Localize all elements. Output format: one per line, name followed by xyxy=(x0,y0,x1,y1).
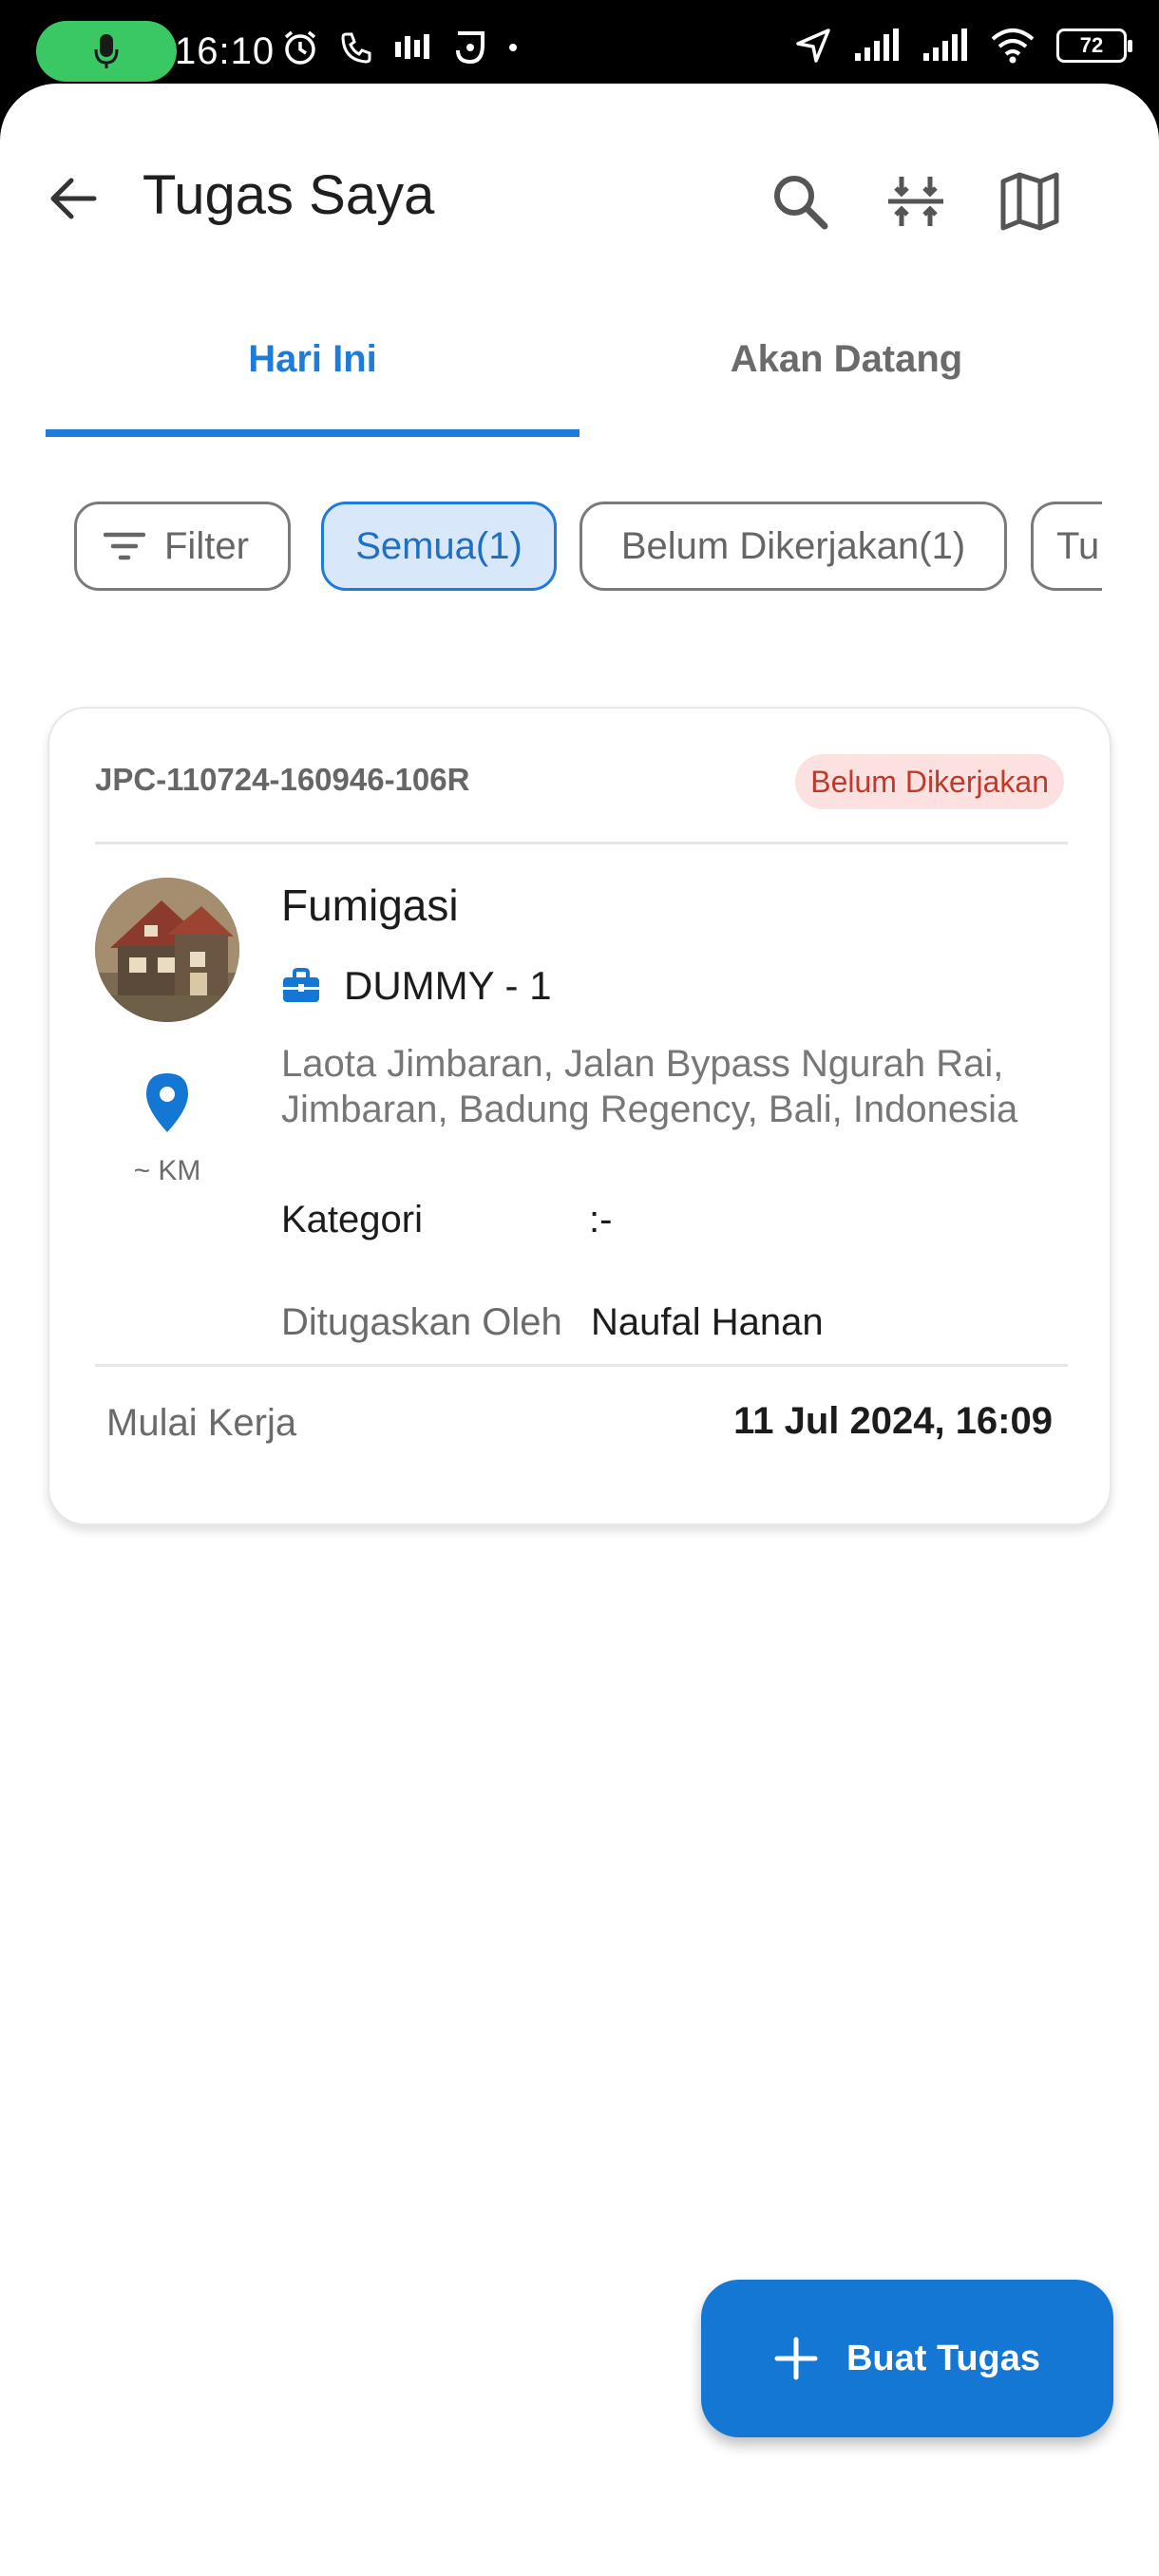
service-name: Fumigasi xyxy=(281,881,459,930)
card-divider-bottom xyxy=(95,1364,1068,1367)
filter-label: Filter xyxy=(164,524,249,567)
chip-next[interactable]: Tu xyxy=(1031,502,1102,591)
task-code: JPC-110724-160946-106R xyxy=(95,762,470,797)
app-notification-icon xyxy=(456,31,484,65)
signal-icon-2 xyxy=(923,28,967,61)
distance-label: ~ KM xyxy=(133,1155,201,1186)
category-value: :- xyxy=(589,1199,613,1241)
app-screen: Tugas Saya Hari Ini Akan Datang Filter S… xyxy=(0,84,1159,2576)
microphone-indicator[interactable] xyxy=(36,21,177,82)
tab-bar: Hari Ini Akan Datang xyxy=(46,84,1113,437)
location-pin-icon xyxy=(142,1071,192,1139)
category-label: Kategori xyxy=(281,1199,423,1241)
tab-today[interactable]: Hari Ini xyxy=(46,84,580,437)
filter-button[interactable]: Filter xyxy=(74,502,291,591)
create-task-label: Buat Tugas xyxy=(846,2338,1041,2378)
audio-bars-icon xyxy=(395,34,429,59)
microphone-icon xyxy=(94,34,119,68)
filter-lines-icon xyxy=(104,532,145,560)
chip-not-started[interactable]: Belum Dikerjakan(1) xyxy=(580,502,1007,591)
alarm-icon xyxy=(284,30,316,65)
signal-icon xyxy=(855,28,899,61)
dot-icon xyxy=(509,44,517,51)
card-divider-top xyxy=(95,842,1068,844)
assigned-by-value: Naufal Hanan xyxy=(591,1301,824,1343)
status-bar: 16:10 72 xyxy=(0,0,1159,90)
service-image xyxy=(95,878,239,1022)
client-row: DUMMY - 1 xyxy=(281,963,552,1009)
task-address: Laota Jimbaran, Jalan Bypass Ngurah Rai,… xyxy=(281,1043,1018,1130)
task-card[interactable]: JPC-110724-160946-106R Belum Dikerjakan xyxy=(48,707,1112,1525)
assigned-by-label: Ditugaskan Oleh xyxy=(281,1301,562,1343)
client-name: DUMMY - 1 xyxy=(344,963,552,1008)
briefcase-icon xyxy=(283,968,319,1002)
start-datetime: 11 Jul 2024, 16:09 xyxy=(733,1400,1053,1442)
start-label: Mulai Kerja xyxy=(106,1402,297,1444)
chip-all[interactable]: Semua(1) xyxy=(321,502,557,591)
house-image xyxy=(95,878,239,1022)
status-time: 16:10 xyxy=(175,30,276,72)
status-badge: Belum Dikerjakan xyxy=(795,754,1064,809)
tab-upcoming[interactable]: Akan Datang xyxy=(580,84,1113,437)
wifi-icon xyxy=(991,28,1035,64)
create-task-button[interactable]: Buat Tugas xyxy=(701,2280,1113,2437)
location-arrow-icon xyxy=(796,28,830,63)
filter-chip-row: Filter Semua(1) Belum Dikerjakan(1) Tu xyxy=(0,416,1102,625)
phone-icon xyxy=(341,32,371,64)
plus-icon xyxy=(774,2337,818,2380)
battery-icon: 72 xyxy=(1056,28,1132,63)
